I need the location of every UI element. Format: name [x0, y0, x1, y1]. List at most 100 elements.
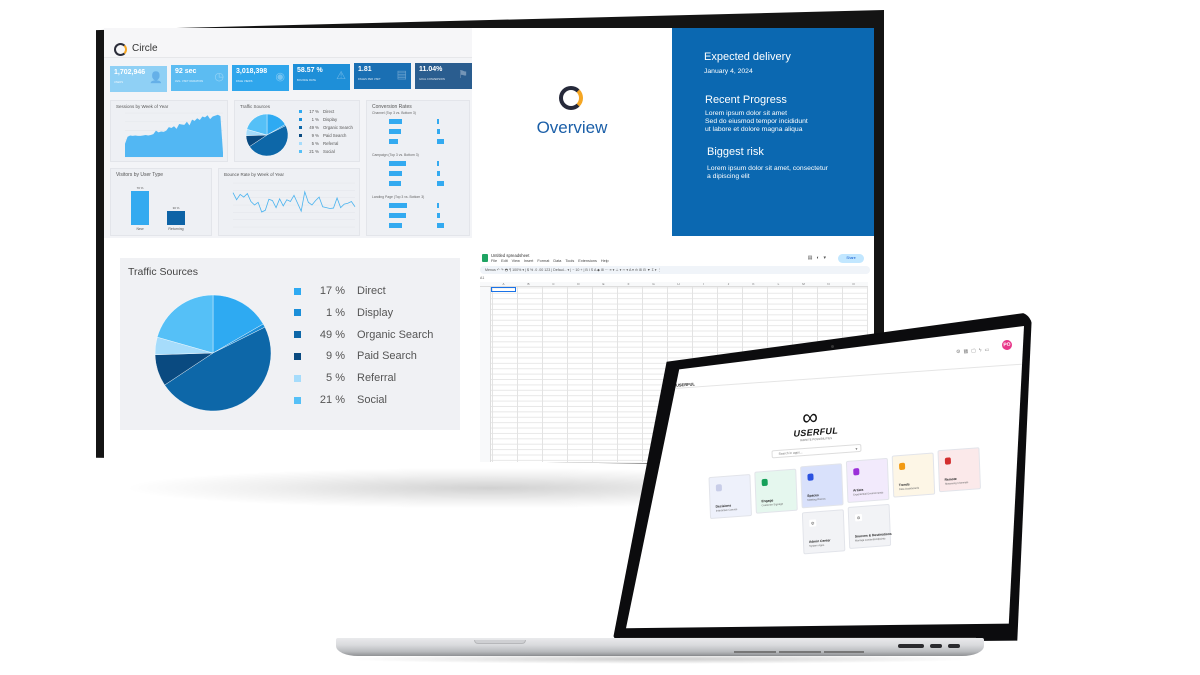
- visitors-title: Visitors by User Type: [116, 172, 164, 178]
- column-headers: ABCDEFGHIJKLMNO: [480, 282, 868, 287]
- conversion-row: [423, 203, 463, 209]
- column-header[interactable]: N: [816, 282, 841, 286]
- meet-icon[interactable]: ◐▾: [816, 255, 830, 261]
- delivery-date: January 4, 2024: [704, 68, 753, 75]
- app-subtitle: Meeting Rooms: [807, 497, 826, 502]
- kpi-tile[interactable]: 1,702,946 USERS 👤: [110, 66, 167, 92]
- app-gem-icon: [807, 473, 814, 481]
- mini-legend-swatch: [299, 142, 302, 146]
- app-tile-trends[interactable]: Trends Data Dashboards: [891, 452, 936, 498]
- menu-format[interactable]: Format: [537, 259, 549, 263]
- conversion-section-title: Landing Page (Top 3 vs. Bottom 3): [372, 195, 425, 199]
- dashboard-header: Circle: [104, 28, 472, 58]
- mini-legend-item: 17 % Direct: [299, 109, 353, 117]
- conversion-bar: [389, 203, 407, 208]
- column-header[interactable]: M: [791, 282, 816, 286]
- conversion-row: [375, 203, 415, 209]
- column-header[interactable]: G: [641, 282, 666, 286]
- app-tile-engage[interactable]: Engage Customer Signage: [754, 468, 798, 514]
- user-avatar[interactable]: PO: [1001, 339, 1013, 351]
- conversion-bar: [389, 171, 403, 176]
- spreadsheet-toolbar[interactable]: Menus ↶ ↷ 🖶 ¶ 100% ▾ | $ % .0 .00 123 | …: [480, 266, 870, 274]
- menu-file[interactable]: File: [491, 259, 497, 263]
- column-header[interactable]: K: [741, 282, 766, 286]
- chat-icon[interactable]: ▭: [984, 347, 992, 354]
- app-tile-spaces[interactable]: Spaces Meeting Rooms: [800, 463, 844, 509]
- legend-name: Referral: [357, 372, 397, 385]
- menu-extensions[interactable]: Extensions: [578, 259, 597, 263]
- overview-title: Overview: [536, 118, 608, 137]
- admin-icon: ⚙: [809, 519, 817, 527]
- sessions-area: [125, 114, 223, 157]
- dashboard-brand: Circle: [132, 43, 158, 54]
- column-header[interactable]: L: [766, 282, 791, 286]
- mini-legend-percent: 21 %: [309, 149, 319, 154]
- spreadsheet-title[interactable]: Untitled spreadsheet: [491, 253, 529, 258]
- column-header[interactable]: A: [491, 282, 516, 286]
- column-header[interactable]: J: [716, 282, 741, 286]
- speaker-vent: [734, 651, 776, 653]
- sheets-logo-icon: [482, 254, 488, 262]
- column-header[interactable]: O: [841, 282, 866, 286]
- kpi-tile[interactable]: 3,018,398 PAGE VIEWS ◉: [232, 64, 289, 91]
- app-tile-decisions[interactable]: Decisions Interactive Canvas: [708, 474, 752, 520]
- kpi-tile[interactable]: 11.04% GOAL CONVERSION ⚑: [415, 62, 472, 89]
- visitors-bar-value: 30 %: [172, 205, 180, 210]
- bounce-line: [232, 190, 356, 213]
- sessions-card: Sessions by Week of Year: [110, 100, 228, 162]
- mini-legend-item: 49 % Organic Search: [299, 125, 353, 133]
- traffic-small-legend: 17 % Direct 1 % Display 49 % Organic Search 9 …: [299, 109, 353, 157]
- selected-cell[interactable]: [491, 287, 516, 292]
- menu-edit[interactable]: Edit: [501, 259, 508, 263]
- share-button[interactable]: Share: [838, 254, 864, 263]
- traffic-small-pie: [245, 113, 289, 157]
- legend-percent: 5 %: [326, 372, 345, 385]
- webcam: [831, 345, 834, 348]
- warning-icon: ⚠: [336, 69, 346, 82]
- mini-legend-percent: 5 %: [311, 141, 319, 146]
- menu-help[interactable]: Help: [601, 259, 609, 263]
- sd-card-slot: [898, 644, 924, 648]
- menu-tools[interactable]: Tools: [565, 259, 574, 263]
- menu-view[interactable]: View: [512, 259, 520, 263]
- legend-percent: 9 %: [326, 350, 345, 363]
- column-header[interactable]: C: [541, 282, 566, 286]
- legend-swatch: [294, 331, 301, 339]
- traffic-sources-title: Traffic Sources: [128, 266, 199, 278]
- mini-legend-percent: 49 %: [309, 125, 319, 130]
- column-header[interactable]: H: [666, 282, 691, 286]
- mini-legend-percent: 9 %: [311, 133, 319, 138]
- app-tile-artists[interactable]: Artists Experiential Environments: [845, 457, 890, 503]
- legend-swatch: [294, 374, 301, 382]
- app-search-input[interactable]: Search in apps...: [771, 443, 862, 459]
- name-box[interactable]: A1: [480, 276, 484, 280]
- app-gem-icon: [944, 457, 952, 465]
- conversion-row: [375, 223, 415, 229]
- sessions-area-chart: [125, 112, 223, 158]
- sources-icon: ⚙: [854, 513, 863, 522]
- menu-insert[interactable]: Insert: [524, 259, 534, 263]
- visitors-bar-label: Returning: [168, 227, 184, 231]
- column-header[interactable]: F: [616, 282, 641, 286]
- conversion-row: [375, 129, 415, 135]
- conversion-bar: [389, 119, 403, 124]
- app-tile-admin-center[interactable]: ⚙ Admin Center System Apps: [801, 509, 846, 555]
- mini-legend-swatch: [299, 110, 302, 114]
- delivery-heading: Expected delivery: [704, 51, 791, 63]
- kpi-tile[interactable]: 1.81 PAGES PER VISIT ▤: [354, 63, 411, 90]
- app-subtitle: Streaming Channels: [944, 481, 969, 486]
- app-subtitle: Data Dashboards: [898, 486, 920, 492]
- column-header[interactable]: E: [591, 282, 616, 286]
- kpi-tile[interactable]: 58.57 % BOUNCE RATE ⚠: [293, 63, 350, 90]
- analytics-dashboard: Circle 1,702,946 USERS 👤 92 sec AVG. VISIT D…: [104, 28, 472, 238]
- app-tile-remote[interactable]: Remote Streaming Channels: [937, 447, 981, 493]
- app-tile-sources-destinations[interactable]: ⚙ Sources & Destinations Manage content/en…: [847, 503, 892, 549]
- kpi-tile[interactable]: 92 sec AVG. VISIT DURATION ◷: [171, 65, 228, 92]
- column-header[interactable]: B: [516, 282, 541, 286]
- legend-name: Organic Search: [357, 328, 434, 341]
- menu-data[interactable]: Data: [553, 259, 561, 263]
- conversion-card: Conversion Rates Channel (Top 3 vs. Bott…: [366, 100, 470, 236]
- legend-percent: 17 %: [319, 285, 345, 297]
- column-header[interactable]: D: [566, 282, 591, 286]
- column-header[interactable]: I: [691, 282, 716, 286]
